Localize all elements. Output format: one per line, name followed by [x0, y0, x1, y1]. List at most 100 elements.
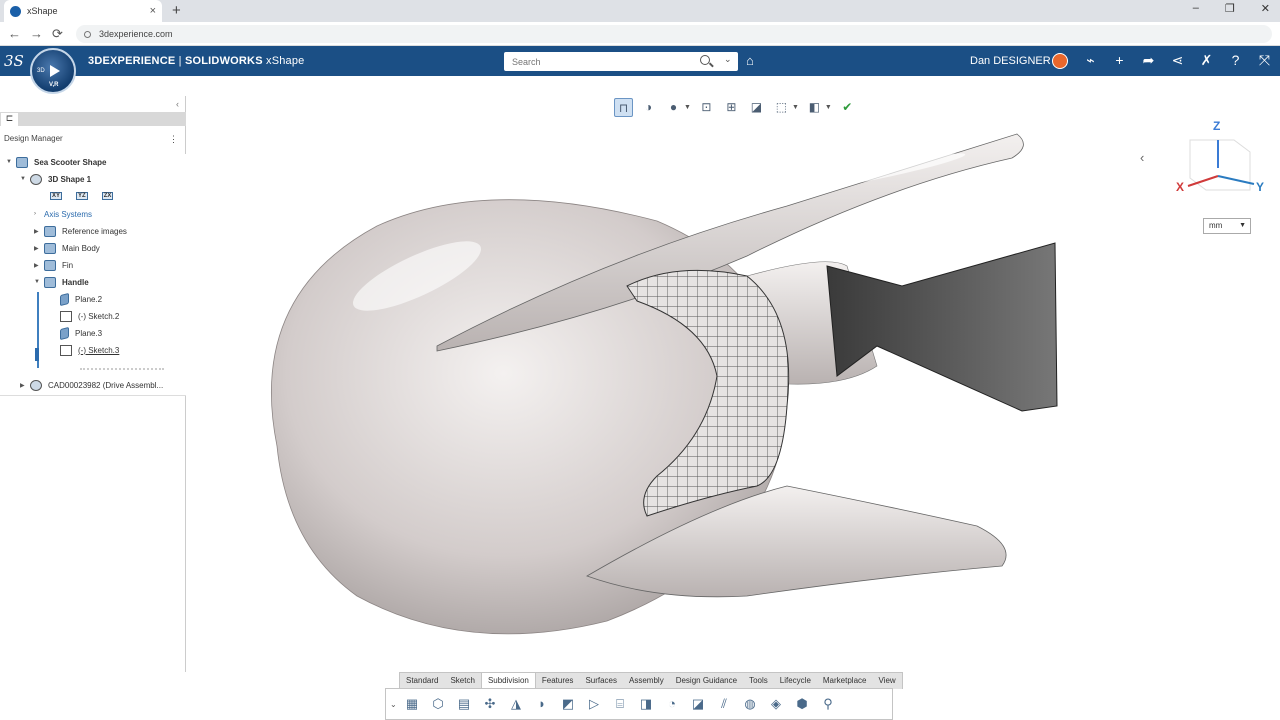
fullscreen-icon[interactable]: ⤧ [1256, 52, 1273, 69]
share-icon[interactable]: ⌁ [1082, 52, 1099, 69]
tree-item-reference-images[interactable]: ▶ Reference images [34, 223, 127, 239]
unit-select[interactable]: mm ▼ [1203, 218, 1251, 234]
tree-item-handle[interactable]: ▼ Handle [34, 274, 89, 290]
bridge-icon[interactable]: ⌸ [610, 694, 630, 714]
tree-tab-icon[interactable]: ⊏ [1, 113, 18, 126]
axis-triad[interactable]: Z X Y [1172, 116, 1268, 200]
window-close-button[interactable]: ✕ [1261, 2, 1270, 15]
subdivision-cube-icon[interactable]: ▦ [402, 694, 422, 714]
convert-icon[interactable]: ⬢ [792, 694, 812, 714]
tools-more-icon[interactable]: ⚲ [818, 694, 838, 714]
validate-icon[interactable]: ✔ [838, 98, 857, 117]
subdivision-net-icon[interactable]: ✣ [480, 694, 500, 714]
tree-item-plane-3[interactable]: Plane.3 [60, 325, 102, 341]
plus-icon[interactable]: + [1111, 52, 1128, 69]
crease-icon[interactable]: ⫽ [714, 694, 734, 714]
network-icon[interactable]: ⋖ [1169, 52, 1186, 69]
face-icon[interactable]: ◩ [558, 694, 578, 714]
section-icon[interactable]: ⊞ [722, 98, 741, 117]
chevron-down-icon[interactable]: ▼ [684, 104, 691, 111]
tree-item-sketch-3[interactable]: (-) Sketch.3 [60, 342, 119, 358]
tab-features[interactable]: Features [536, 673, 580, 689]
help-icon[interactable]: ? [1227, 52, 1244, 69]
address-bar[interactable]: 3dexperience.com [76, 25, 1272, 43]
revolve-icon[interactable]: ◗ [532, 694, 552, 714]
tree-item-main-body[interactable]: ▶ Main Body [34, 240, 100, 256]
tab-view[interactable]: View [872, 673, 901, 689]
plane-xy-icon[interactable]: XY [50, 192, 63, 200]
expand-icon[interactable]: ▶ [20, 382, 30, 389]
tab-surfaces[interactable]: Surfaces [579, 673, 623, 689]
collapse-panel-icon[interactable]: ‹ [176, 99, 179, 109]
standard-views-icon[interactable]: ◧ [805, 98, 824, 117]
search-options-chevron-icon[interactable]: ⌄ [724, 54, 732, 65]
play-icon[interactable] [50, 65, 60, 77]
compass-widget[interactable]: 3D V,R [30, 48, 76, 94]
chevron-down-icon[interactable]: ▼ [825, 104, 832, 111]
tab-design-guidance[interactable]: Design Guidance [670, 673, 743, 689]
tree-item-plane-2[interactable]: Plane.2 [60, 291, 102, 307]
tree-item-axis-systems[interactable]: › Axis Systems [34, 206, 92, 222]
tab-subdivision[interactable]: Subdivision [480, 673, 536, 689]
sketch-view-icon[interactable]: ⊓ [614, 98, 633, 117]
ds-logo-icon[interactable]: 3S [4, 52, 24, 70]
more-options-icon[interactable]: ⋮ [169, 134, 178, 145]
view-cube-icon[interactable]: ◪ [747, 98, 766, 117]
model-render[interactable] [187, 76, 1280, 672]
tab-lifecycle[interactable]: Lifecycle [774, 673, 817, 689]
plane-yz-icon[interactable]: YZ [76, 192, 88, 200]
mirror-icon[interactable]: ◨ [636, 694, 656, 714]
search-input[interactable] [504, 56, 694, 67]
tab-standard[interactable]: Standard [400, 673, 444, 689]
weld-icon[interactable]: ◈ [766, 694, 786, 714]
zoom-fit-icon[interactable]: ⊡ [697, 98, 716, 117]
chevron-down-icon[interactable]: ▼ [792, 104, 799, 111]
selection-box-icon[interactable]: ⬚ [772, 98, 791, 117]
subdivision-sphere-icon[interactable]: ⬡ [428, 694, 448, 714]
new-tab-button[interactable]: + [172, 2, 181, 19]
3d-viewport[interactable] [187, 76, 1280, 672]
expand-icon[interactable]: ▶ [34, 228, 44, 235]
expand-icon[interactable]: ▼ [6, 159, 16, 165]
symmetry-icon[interactable]: ◔ [662, 694, 682, 714]
expand-actions-icon[interactable]: ⌄ [390, 700, 402, 709]
plane-zx-icon[interactable]: ZX [101, 192, 114, 200]
tab-tools[interactable]: Tools [743, 673, 774, 689]
extrude-icon[interactable]: ◮ [506, 694, 526, 714]
delete-face-icon[interactable]: ◪ [688, 694, 708, 714]
forward-share-icon[interactable]: ➦ [1140, 52, 1157, 69]
tab-close-icon[interactable]: × [150, 5, 156, 17]
search-icon[interactable] [700, 55, 710, 65]
browser-tab[interactable]: xShape × [4, 0, 162, 22]
edge-icon[interactable]: ▷ [584, 694, 604, 714]
site-info-icon[interactable] [84, 30, 91, 38]
tab-sketch[interactable]: Sketch [444, 673, 480, 689]
tools-icon[interactable]: ✗ [1198, 52, 1215, 69]
expand-icon[interactable]: ▶ [34, 245, 44, 252]
user-name[interactable]: Dan DESIGNER [970, 55, 1051, 67]
tag-icon[interactable]: ⌂ [746, 53, 754, 68]
collapse-compass-icon[interactable]: ‹ [1140, 150, 1144, 165]
expand-icon[interactable]: ▶ [34, 262, 44, 269]
tab-marketplace[interactable]: Marketplace [817, 673, 873, 689]
avatar[interactable] [1052, 53, 1068, 69]
tree-item-sea-scooter[interactable]: ▼ Sea Scooter Shape [6, 154, 106, 170]
tree-item-3d-shape[interactable]: ▼ 3D Shape 1 [20, 171, 91, 187]
tree-item-cad-assembly[interactable]: ▶ CAD00023982 (Drive Assembl... [20, 377, 163, 393]
subdivision-plane-icon[interactable]: ▤ [454, 694, 474, 714]
tree-item-fin[interactable]: ▶ Fin [34, 257, 73, 273]
tree-item-sketch-2[interactable]: (-) Sketch.2 [60, 308, 119, 324]
smooth-icon[interactable]: ◍ [740, 694, 760, 714]
forward-icon[interactable]: → [30, 26, 43, 41]
tab-title: xShape [27, 6, 58, 16]
expand-icon[interactable]: ▼ [34, 279, 44, 285]
tab-assembly[interactable]: Assembly [623, 673, 670, 689]
expand-icon[interactable]: › [34, 211, 44, 217]
render-style-icon[interactable]: ● [664, 98, 683, 117]
reload-icon[interactable]: ⟳ [52, 26, 63, 42]
restore-button[interactable]: ❐ [1225, 2, 1235, 15]
shading-icon[interactable]: ◑ [639, 98, 658, 117]
back-icon[interactable]: ← [8, 26, 21, 41]
minimize-button[interactable]: – [1193, 2, 1199, 15]
expand-icon[interactable]: ▼ [20, 176, 30, 182]
